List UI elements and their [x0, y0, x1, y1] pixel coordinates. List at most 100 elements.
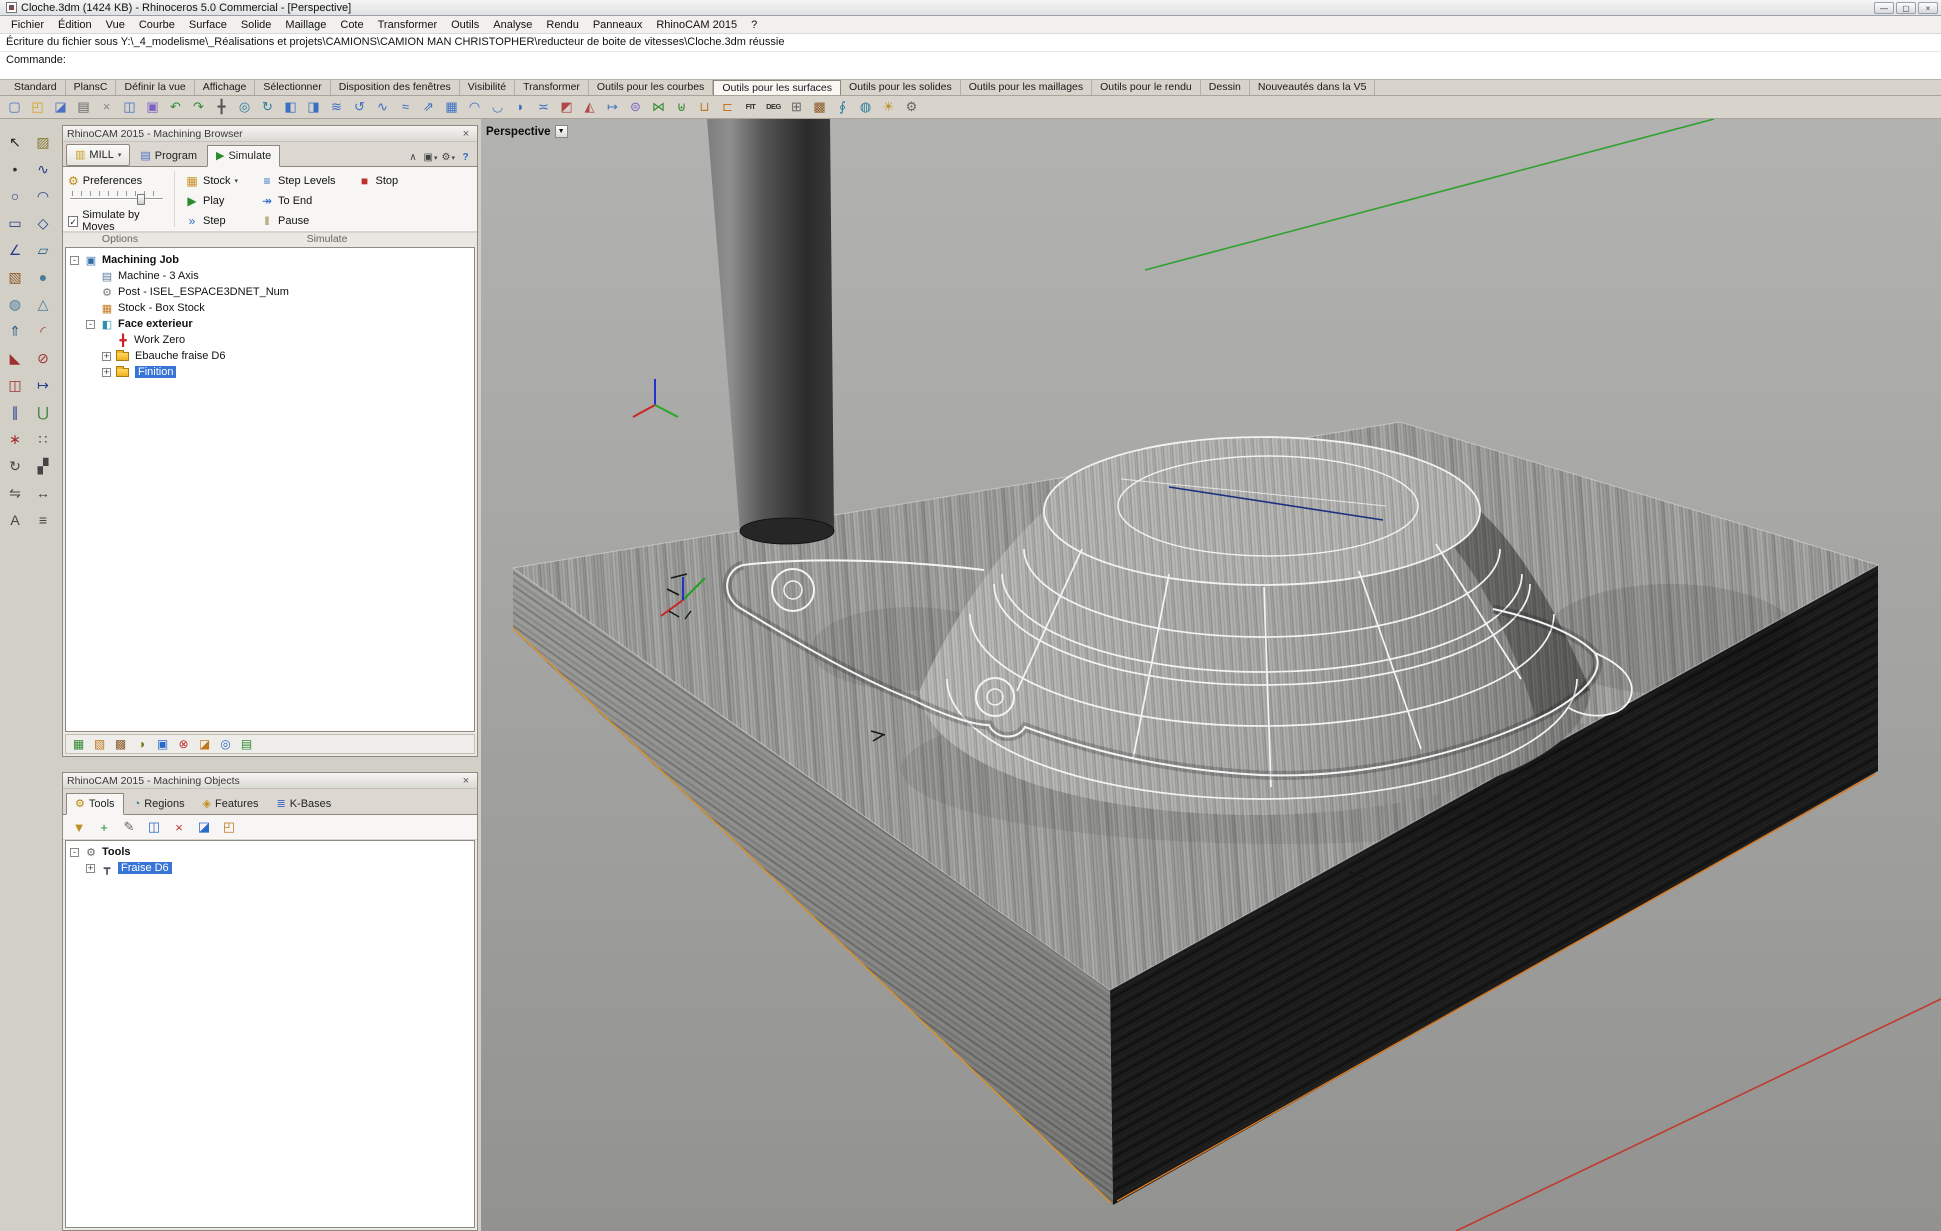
extend-surface-icon[interactable]: ↦ [602, 97, 623, 117]
sweep1-icon[interactable]: ∿ [372, 97, 393, 117]
tree-expander[interactable] [102, 336, 111, 345]
tree-expander[interactable] [86, 272, 95, 281]
tab-kbases[interactable]: ≣ K-Bases [268, 794, 339, 814]
compare-part-icon[interactable]: ◑ [133, 737, 150, 751]
redo-icon[interactable]: ↷ [188, 97, 209, 117]
rebuild-icon[interactable]: ⊜ [625, 97, 646, 117]
menu-item[interactable]: Rendu [539, 17, 585, 33]
toolbar-tab[interactable]: Sélectionner [255, 80, 330, 95]
toolbar-tab[interactable]: Dessin [1201, 80, 1250, 95]
copy-icon[interactable]: ◫ [119, 97, 140, 117]
tree-expander[interactable]: - [70, 256, 79, 265]
text-icon[interactable]: A [3, 509, 27, 532]
layers-icon[interactable]: ≡ [31, 509, 55, 532]
machine-menu-icon[interactable]: ▣ ▾ [422, 149, 440, 166]
tree-expander[interactable]: - [86, 320, 95, 329]
polygon-icon[interactable]: ◇ [31, 212, 55, 235]
cage-edit-icon[interactable]: ⊞ [786, 97, 807, 117]
patch-icon[interactable]: ▦ [441, 97, 462, 117]
tree-expander[interactable]: - [70, 848, 79, 857]
fit-text-icon[interactable]: FIT [740, 97, 761, 117]
deg-text-icon[interactable]: DEG [763, 97, 784, 117]
select-brush-icon[interactable]: ▨ [31, 131, 55, 154]
viewport-title-label[interactable]: Perspective [486, 126, 551, 138]
minimize-button[interactable]: — [1874, 2, 1894, 14]
extend-tool-icon[interactable]: ↦ [31, 374, 55, 397]
menu-item[interactable]: Panneaux [586, 17, 650, 33]
measure-icon[interactable]: ◎ [217, 737, 234, 751]
box-icon[interactable]: ▧ [3, 266, 27, 289]
trim-icon[interactable]: ◩ [556, 97, 577, 117]
step-levels-button[interactable]: ≡ Step Levels [257, 171, 338, 191]
save-stock-icon[interactable]: ◪ [196, 737, 213, 751]
open-file-icon[interactable]: ◰ [27, 97, 48, 117]
new-file-icon[interactable]: ▢ [4, 97, 25, 117]
toolbar-tab[interactable]: Définir la vue [116, 80, 194, 95]
settings-menu-icon[interactable]: ⚙ ▾ [440, 149, 457, 166]
menu-item[interactable]: Surface [182, 17, 234, 33]
curvature-icon[interactable]: ∮ [832, 97, 853, 117]
extrude-solid-icon[interactable]: ⇑ [3, 320, 27, 343]
maximize-button[interactable]: ▢ [1896, 2, 1916, 14]
cut-icon[interactable]: × [96, 97, 117, 117]
simulate-by-moves-checkbox[interactable]: ✓ Simulate by Moves [68, 209, 167, 233]
tree-item[interactable]: + Fraise D6 [66, 860, 474, 876]
load-tool-library-icon[interactable]: ◰ [220, 819, 238, 835]
tree-expander[interactable]: + [102, 368, 111, 377]
tree-expander[interactable]: + [86, 864, 95, 873]
zebra-icon[interactable]: ◍ [855, 97, 876, 117]
new-tool-icon[interactable]: + [95, 820, 113, 835]
tab-simulate[interactable]: ▶ Simulate [207, 145, 280, 167]
copy-tool-icon[interactable]: ◫ [145, 819, 163, 835]
close-panel-icon[interactable]: × [459, 128, 473, 140]
join-icon[interactable]: ⋃ [31, 401, 55, 424]
fillet-surface-icon[interactable]: ◗ [510, 97, 531, 117]
undo-icon[interactable]: ↶ [165, 97, 186, 117]
viewport-title[interactable]: Perspective ▼ [486, 125, 568, 138]
play-button[interactable]: ▶ Play [182, 191, 241, 211]
rotate-view-icon[interactable]: ↻ [257, 97, 278, 117]
machine-toggle-icon[interactable]: ▣ [154, 737, 171, 751]
chamfer-icon[interactable]: ◣ [3, 347, 27, 370]
toolbar-tab[interactable]: Outils pour les solides [841, 80, 961, 95]
match-surface-icon[interactable]: ⋈ [648, 97, 669, 117]
loft-icon[interactable]: ≋ [326, 97, 347, 117]
curve-icon[interactable]: ∿ [31, 158, 55, 181]
mirror-icon[interactable]: ⇋ [3, 482, 27, 505]
toolbar-tab[interactable]: Disposition des fenêtres [331, 80, 460, 95]
unroll-icon[interactable]: ⊔ [694, 97, 715, 117]
save-icon[interactable]: ◪ [50, 97, 71, 117]
drape-icon[interactable]: ◠ [464, 97, 485, 117]
toolbar-tab[interactable]: Visibilité [460, 80, 515, 95]
tree-item[interactable]: - Machining Job [66, 252, 474, 268]
tree-expander[interactable]: + [102, 352, 111, 361]
fillet-icon[interactable]: ◜ [31, 320, 55, 343]
circle-icon[interactable]: ○ [3, 185, 27, 208]
step-button[interactable]: » Step [182, 211, 241, 231]
surface-edge-icon[interactable]: ◨ [303, 97, 324, 117]
menu-item[interactable]: Analyse [486, 17, 539, 33]
perspective-viewport[interactable]: Perspective ▼ [481, 119, 1941, 1231]
tab-regions[interactable]: ◔ Regions [126, 795, 193, 814]
arc-icon[interactable]: ◠ [31, 185, 55, 208]
sweep2-icon[interactable]: ≈ [395, 97, 416, 117]
toolbar-tab[interactable]: Outils pour les courbes [589, 80, 713, 95]
tree-item[interactable]: Machine - 3 Axis [66, 268, 474, 284]
checkbox-box[interactable]: ✓ [68, 216, 78, 227]
preferences-button[interactable]: ⚙ Preferences [68, 172, 167, 189]
tree-expander[interactable] [86, 288, 95, 297]
pan-icon[interactable]: ╋ [211, 97, 232, 117]
toolbar-tab[interactable]: Nouveautés dans la V5 [1250, 80, 1376, 95]
merge-surface-icon[interactable]: ⊎ [671, 97, 692, 117]
collision-check-icon[interactable]: ⊗ [175, 737, 192, 751]
edit-tool-icon[interactable]: ✎ [120, 819, 138, 835]
tab-program[interactable]: ▤ Program [132, 146, 205, 166]
tree-expander[interactable] [86, 304, 95, 313]
save-tool-library-icon[interactable]: ◪ [195, 819, 213, 835]
close-button[interactable]: × [1918, 2, 1938, 14]
toolbar-tab[interactable]: PlansC [66, 80, 117, 95]
cylinder-icon[interactable]: ◍ [3, 293, 27, 316]
menu-item[interactable]: RhinoCAM 2015 [649, 17, 744, 33]
menu-item[interactable]: Outils [444, 17, 486, 33]
trim-tool-icon[interactable]: ⊘ [31, 347, 55, 370]
